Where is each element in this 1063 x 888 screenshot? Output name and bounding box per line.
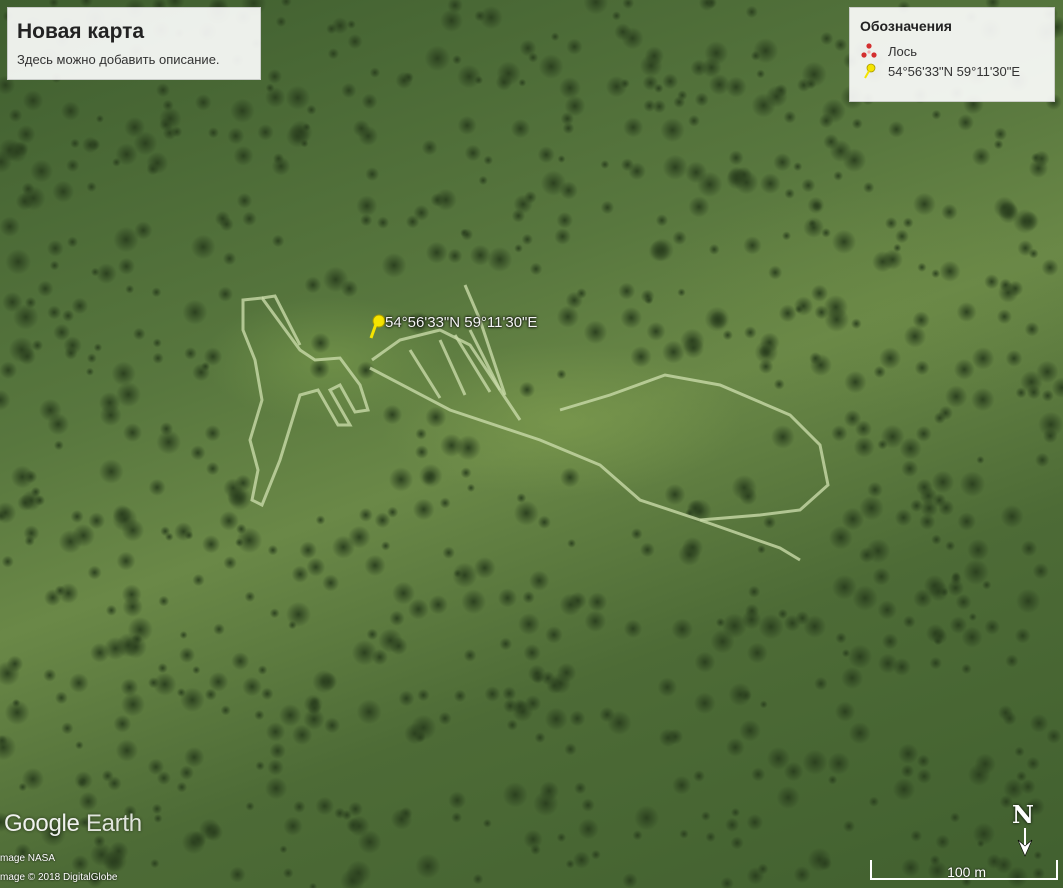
imagery-credit-nasa: mage NASA (0, 853, 56, 864)
google-earth-logo: Google Earth (4, 810, 142, 838)
north-arrow-icon (1017, 828, 1033, 857)
legend-item-moose[interactable]: Лось (860, 41, 1044, 61)
placemark-label[interactable]: 54°56'33"N 59°11'30"E (385, 314, 537, 331)
logo-earth-text: Earth (85, 810, 142, 837)
yellow-pushpin-icon (860, 63, 878, 79)
placemark-pin[interactable] (368, 314, 386, 345)
scale-bar: 100 m (870, 860, 1058, 884)
map-description: Здесь можно добавить описание. (17, 52, 220, 67)
map-title-panel: Новая карта Здесь можно добавить описани… (7, 7, 261, 80)
legend-item-label: Лось (888, 43, 918, 59)
legend-panel: Обозначения Лось 54°56'33"N 59°11'30"E (849, 7, 1055, 102)
legend-item-coordinates[interactable]: 54°56'33"N 59°11'30"E (860, 61, 1044, 81)
compass[interactable]: N (1010, 800, 1040, 860)
legend-item-label: 54°56'33"N 59°11'30"E (888, 63, 1021, 79)
yellow-pushpin-icon (369, 314, 386, 339)
moose-path-icon (860, 43, 878, 59)
terrain-layer (0, 0, 1063, 888)
imagery-credit-digitalglobe: mage © 2018 DigitalGlobe (0, 872, 118, 883)
logo-google-text: Google (4, 810, 80, 837)
satellite-map-view[interactable] (0, 0, 1063, 888)
scale-bar-label: 100 m (947, 864, 986, 880)
map-title: Новая карта (17, 20, 145, 43)
forest-texture (0, 0, 1063, 888)
legend-title: Обозначения (860, 18, 952, 34)
